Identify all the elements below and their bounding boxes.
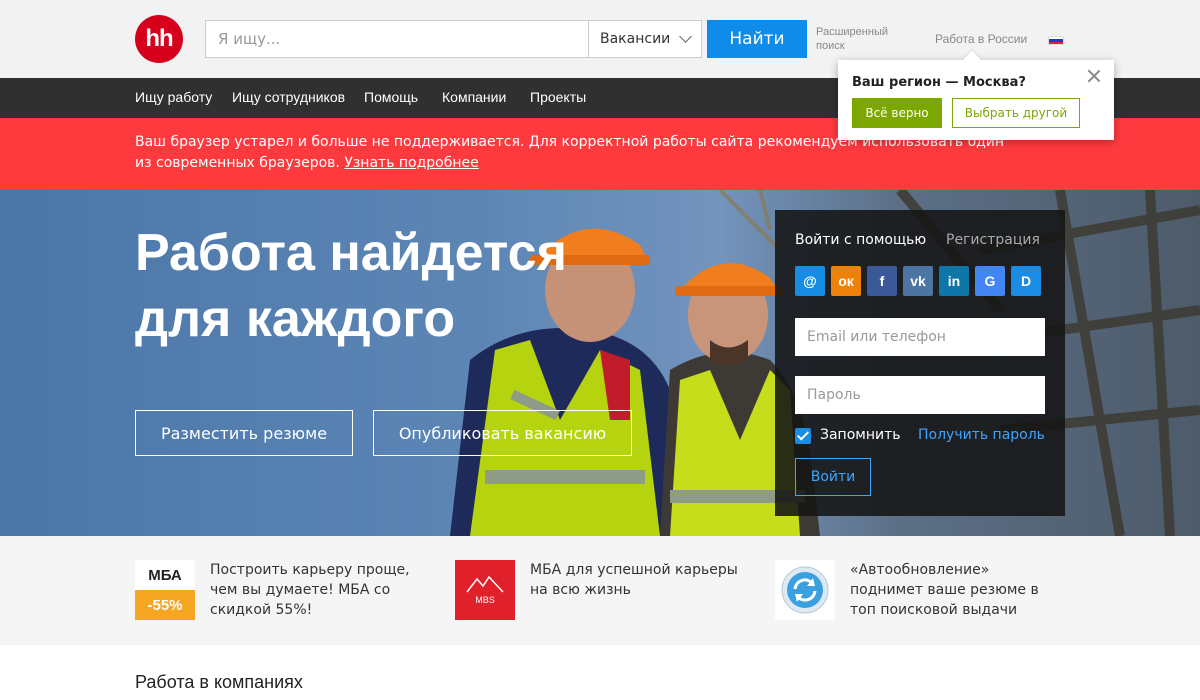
promo-text-auto-update[interactable]: «Автообновление» поднимет ваше резюме в … xyxy=(850,560,1060,620)
find-button[interactable]: Найти xyxy=(707,20,807,58)
region-popup-title: Ваш регион — Москва? xyxy=(852,75,1026,90)
hero-title: Работа найдется для каждого xyxy=(135,220,655,352)
remember-label: Запомнить xyxy=(820,427,901,443)
close-icon[interactable] xyxy=(1086,68,1102,84)
email-field[interactable] xyxy=(795,318,1045,356)
region-popup: Ваш регион — Москва? Всё верно Выбрать д… xyxy=(838,60,1114,140)
learn-more-link[interactable]: Узнать подробнее xyxy=(344,155,478,171)
mbs-logo[interactable]: MBS xyxy=(455,560,515,620)
search-type-value: Вакансии xyxy=(600,31,671,47)
password-field[interactable] xyxy=(795,376,1045,414)
hero-title-line2: для каждого xyxy=(135,290,456,348)
nav-item-companies[interactable]: Компании xyxy=(442,89,506,105)
hh-logo[interactable]: hh xyxy=(135,15,183,63)
hero-section: Работа найдется для каждого Разместить р… xyxy=(0,190,1200,536)
search-type-select[interactable]: Вакансии xyxy=(588,20,702,58)
linkedin-icon[interactable]: in xyxy=(939,266,969,296)
vkontakte-icon[interactable]: vk xyxy=(903,266,933,296)
google-icon[interactable]: G xyxy=(975,266,1005,296)
advanced-search-link[interactable]: Расширенный поиск xyxy=(816,25,906,53)
post-vacancy-button[interactable]: Опубликовать вакансию xyxy=(373,410,632,456)
region-choose-other-button[interactable]: Выбрать другой xyxy=(952,98,1080,128)
facebook-icon[interactable]: f xyxy=(867,266,897,296)
region-confirm-button[interactable]: Всё верно xyxy=(852,98,942,128)
mba-badge-label: МБА xyxy=(135,560,195,590)
section-title-companies: Работа в компаниях xyxy=(135,672,303,692)
nav-item-find-job[interactable]: Ищу работу xyxy=(135,89,212,105)
refresh-icon xyxy=(781,566,829,614)
tab-register[interactable]: Регистрация xyxy=(946,232,1040,248)
promo-strip: МБА -55% Построить карьеру проще, чем вы… xyxy=(0,536,1200,645)
hero-title-line1: Работа найдется xyxy=(135,224,567,282)
auto-update-badge[interactable] xyxy=(775,560,835,620)
nav-item-help[interactable]: Помощь xyxy=(364,89,418,105)
login-panel: Войти с помощью Регистрация @ ок f vk in… xyxy=(775,210,1065,516)
mail-ru-icon[interactable]: @ xyxy=(795,266,825,296)
get-password-link[interactable]: Получить пароль xyxy=(918,427,1045,443)
chevron-down-icon xyxy=(679,30,692,43)
nav-item-find-staff[interactable]: Ищу сотрудников xyxy=(232,89,345,105)
tab-login-with[interactable]: Войти с помощью xyxy=(795,232,926,248)
region-link[interactable]: Работа в России xyxy=(935,32,1027,46)
promo-text-mbs[interactable]: МБА для успешной карьеры на всю жизнь xyxy=(530,560,740,600)
mba-discount-badge[interactable]: МБА -55% xyxy=(135,560,195,620)
mba-badge-discount: -55% xyxy=(135,590,195,620)
dnevnik-icon[interactable]: D xyxy=(1011,266,1041,296)
remember-checkbox[interactable] xyxy=(795,428,811,444)
post-resume-button[interactable]: Разместить резюме xyxy=(135,410,353,456)
search-input[interactable] xyxy=(205,20,589,58)
nav-item-projects[interactable]: Проекты xyxy=(530,89,586,105)
mountains-icon xyxy=(466,575,504,593)
mbs-logo-text: MBS xyxy=(475,595,495,605)
russia-flag-icon[interactable] xyxy=(1048,36,1064,45)
odnoklassniki-icon[interactable]: ок xyxy=(831,266,861,296)
promo-text-mba[interactable]: Построить карьеру проще, чем вы думаете!… xyxy=(210,560,420,620)
login-button[interactable]: Войти xyxy=(795,458,871,496)
